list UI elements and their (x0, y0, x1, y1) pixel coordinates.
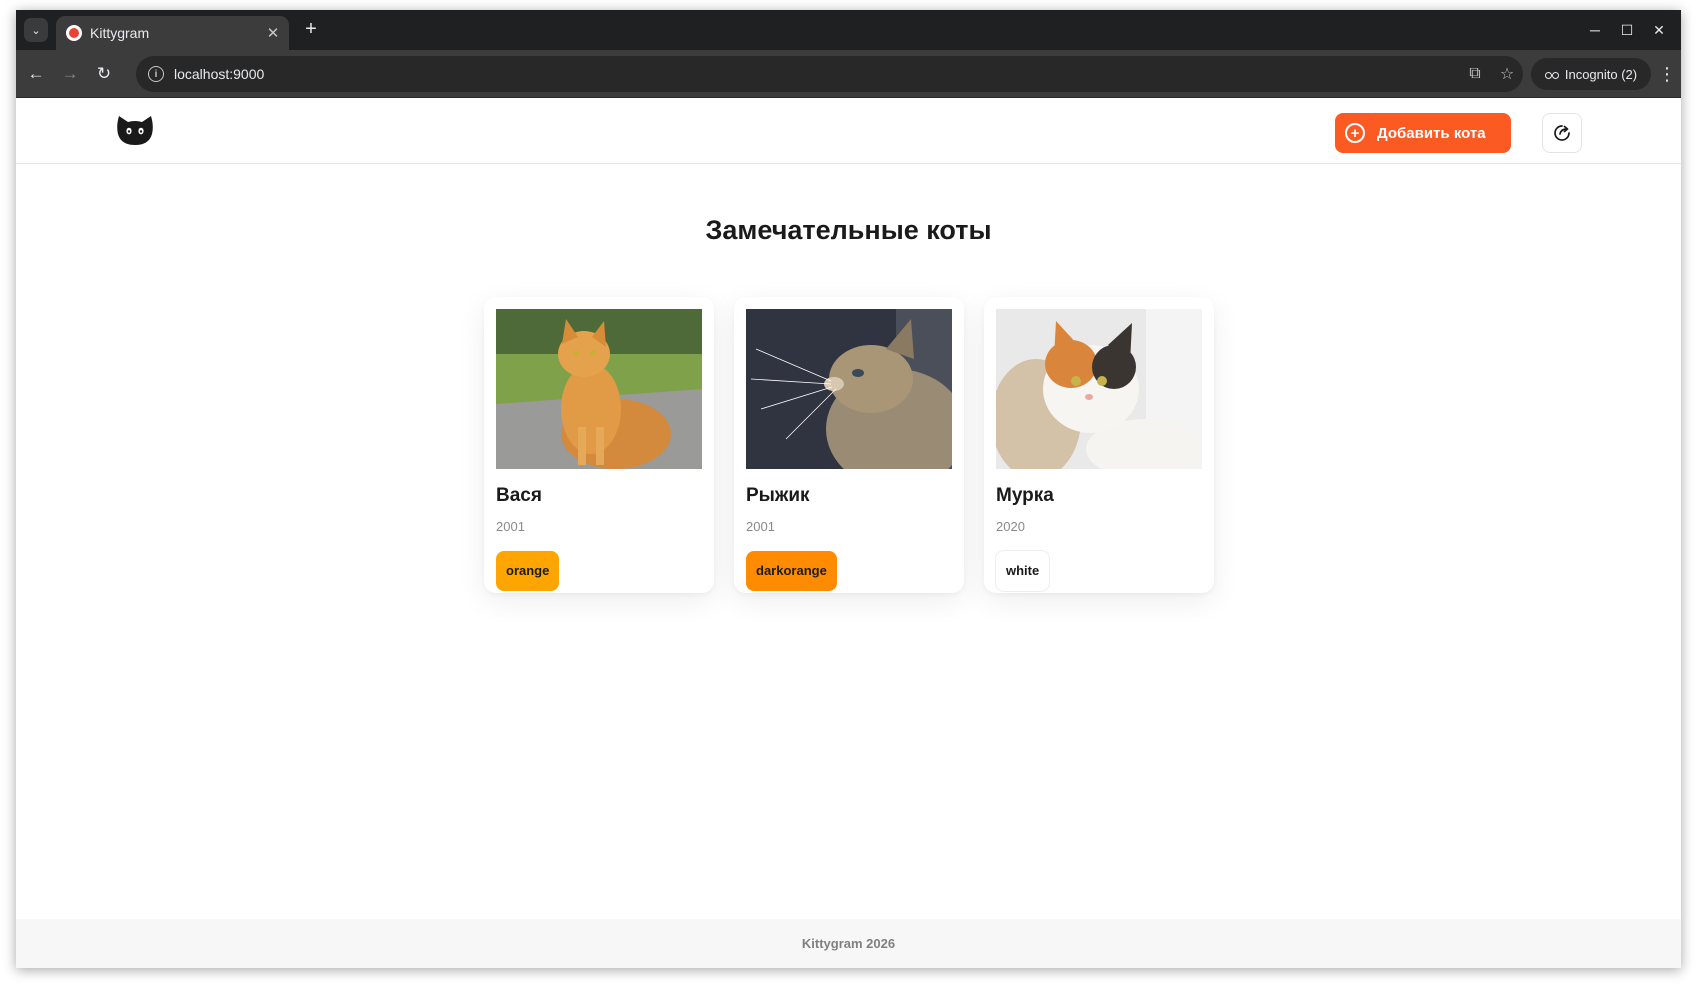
minimize-icon[interactable]: ─ (1579, 16, 1611, 44)
close-window-icon[interactable]: ✕ (1643, 16, 1675, 44)
add-cat-label: Добавить кота (1377, 124, 1486, 142)
cat-color-badge: darkorange (746, 551, 837, 591)
address-bar[interactable]: i localhost:9000 ⧉ ☆ (136, 56, 1523, 92)
new-tab-icon[interactable]: + (299, 18, 323, 41)
cat-photo[interactable] (496, 309, 702, 469)
page-content: + Добавить кота Замечательные коты Вася … (16, 99, 1681, 968)
cat-color-badge: white (996, 551, 1050, 591)
cat-photo[interactable] (746, 309, 952, 469)
tab-strip: ⌄ Kittygram ✕ + ─ ☐ ✕ (16, 10, 1681, 50)
site-header: + Добавить кота (16, 99, 1681, 164)
browser-window: ⌄ Kittygram ✕ + ─ ☐ ✕ ← → ↻ i localhost:… (16, 10, 1681, 968)
back-icon[interactable]: ← (24, 62, 48, 86)
cat-year: 2001 (496, 519, 525, 534)
cat-card[interactable]: Рыжик 2001 darkorange (734, 297, 964, 593)
cat-year: 2001 (746, 519, 775, 534)
cat-name: Мурка (996, 485, 1054, 506)
reload-icon[interactable]: ↻ (92, 62, 116, 86)
favicon-icon (66, 25, 82, 41)
add-cat-button[interactable]: + Добавить кота (1335, 113, 1511, 153)
incognito-icon (1544, 70, 1559, 79)
cat-year: 2020 (996, 519, 1025, 534)
site-footer: Kittygram 2026 (16, 919, 1681, 968)
cat-logo-icon[interactable] (116, 114, 154, 146)
browser-menu-icon[interactable]: ⋮ (1658, 62, 1676, 86)
cat-card[interactable]: Мурка 2020 white (984, 297, 1214, 593)
logout-icon (1554, 125, 1570, 141)
cat-cards: Вася 2001 orange Рыжик 2001 darkorange М… (484, 297, 1214, 593)
cat-photo[interactable] (996, 309, 1202, 469)
translate-icon[interactable]: ⧉ (1459, 65, 1491, 83)
cat-color-badge: orange (496, 551, 560, 591)
incognito-indicator[interactable]: Incognito (2) (1531, 58, 1651, 90)
tab-search-icon[interactable]: ⌄ (24, 18, 48, 42)
plus-circle-icon: + (1345, 123, 1365, 143)
page-title: Замечательные коты (705, 215, 992, 245)
url-text[interactable]: localhost:9000 (174, 66, 1459, 82)
tab-kittygram[interactable]: Kittygram ✕ (56, 16, 289, 50)
close-tab-icon[interactable]: ✕ (261, 24, 285, 42)
maximize-icon[interactable]: ☐ (1611, 16, 1643, 44)
cat-name: Вася (496, 485, 542, 506)
tab-title: Kittygram (90, 25, 150, 41)
site-info-icon[interactable]: i (148, 66, 164, 82)
browser-toolbar: ← → ↻ i localhost:9000 ⧉ ☆ Incognito (2)… (16, 50, 1681, 98)
bookmark-star-icon[interactable]: ☆ (1491, 64, 1523, 84)
cat-name: Рыжик (746, 485, 810, 506)
incognito-label: Incognito (2) (1564, 66, 1638, 82)
forward-icon[interactable]: → (58, 62, 82, 86)
cat-card[interactable]: Вася 2001 orange (484, 297, 714, 593)
logout-button[interactable] (1542, 113, 1582, 153)
